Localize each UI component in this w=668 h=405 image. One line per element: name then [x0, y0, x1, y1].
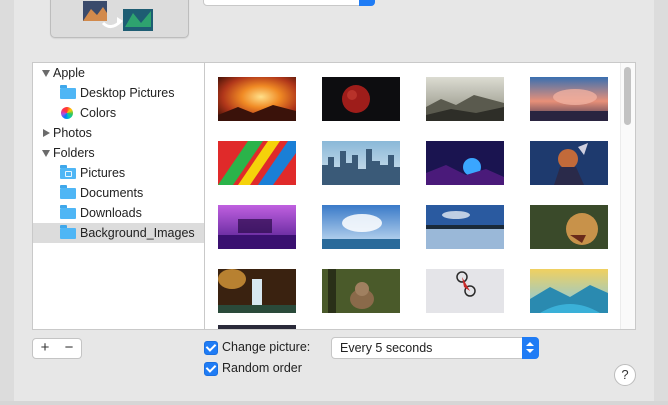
- wallpaper-thumbnail-red-moon[interactable]: [322, 77, 400, 121]
- sidebar-item-label: Downloads: [80, 206, 142, 220]
- wallpaper-thumbnail-orange-nebula[interactable]: [218, 77, 296, 121]
- wallpaper-thumbnail-purple-lake[interactable]: [218, 205, 296, 249]
- disclosure-closed-icon[interactable]: [43, 129, 50, 137]
- sidebar-item-colors[interactable]: Colors: [33, 103, 205, 123]
- random-order-label: Random order: [222, 361, 302, 375]
- camera-folder-icon: [60, 165, 76, 179]
- sidebar-item-downloads[interactable]: Downloads: [33, 203, 205, 223]
- wallpaper-thumbnail-fantasy-valley[interactable]: [530, 269, 608, 313]
- sidebar-item-label: Colors: [80, 106, 117, 120]
- disclosure-open-icon[interactable]: [42, 150, 50, 157]
- wallpaper-thumbnail-fantasy-warrior[interactable]: [530, 141, 608, 185]
- sidebar-group-label: Folders: [53, 146, 95, 160]
- wallpaper-thumbnail-cat-forest[interactable]: [322, 269, 400, 313]
- sidebar-group-folders[interactable]: Folders: [33, 143, 205, 163]
- grid-scrollbar[interactable]: [620, 63, 635, 329]
- window-edge-bottom: [0, 401, 668, 405]
- folder-icon: [60, 225, 76, 239]
- sidebar-item-pictures[interactable]: Pictures: [33, 163, 205, 183]
- folder-icon: [60, 85, 76, 99]
- wallpaper-thumbnail-colorful-feathers[interactable]: [218, 141, 296, 185]
- top-popup-button[interactable]: [359, 0, 375, 6]
- change-picture-label: Change picture:: [222, 340, 311, 354]
- grid-scrollbar-thumb[interactable]: [624, 67, 631, 125]
- random-order-checkbox[interactable]: [204, 362, 218, 376]
- sidebar-item-documents[interactable]: Documents: [33, 183, 205, 203]
- wallpaper-thumbnail-misty-mountains[interactable]: [426, 77, 504, 121]
- window-edge-right: [654, 0, 668, 405]
- change-interval-value: Every 5 seconds: [340, 341, 433, 355]
- folder-icon: [60, 185, 76, 199]
- sidebar-item-background-images[interactable]: Background_Images: [33, 223, 205, 243]
- wallpaper-thumbnail-sunset-clouds[interactable]: [530, 77, 608, 121]
- change-interval-select[interactable]: Every 5 seconds: [331, 337, 539, 359]
- sidebar-item-label: Documents: [80, 186, 144, 200]
- desktop-preview: [50, 0, 189, 38]
- wallpaper-thumbnail-lake-reflection[interactable]: [426, 205, 504, 249]
- desktop-preview-icon: [83, 1, 153, 31]
- sidebar-group-photos[interactable]: Photos: [33, 123, 205, 143]
- help-button[interactable]: ?: [614, 364, 636, 386]
- sidebar-item-label: Desktop Pictures: [80, 86, 175, 100]
- sidebar-item-desktop-pictures[interactable]: Desktop Pictures: [33, 83, 205, 103]
- folder-icon: [60, 205, 76, 219]
- wallpaper-thumbnail-city-skyline[interactable]: [322, 141, 400, 185]
- wallpaper-thumbnail-roaring-lion[interactable]: [530, 205, 608, 249]
- sidebar-group-apple[interactable]: Apple: [33, 63, 205, 83]
- change-picture-checkbox[interactable]: [204, 341, 218, 355]
- wallpaper-thumbnail-bike-rider[interactable]: [426, 269, 504, 313]
- sidebar-group-label: Photos: [53, 126, 92, 140]
- add-folder-button[interactable]: +: [32, 338, 58, 359]
- window-edge-left: [0, 0, 14, 405]
- wallpaper-thumbnail-neon-sunset[interactable]: [426, 141, 504, 185]
- source-list[interactable]: Apple Desktop Pictures Colors Photos Fol…: [32, 62, 205, 330]
- sidebar-item-label: Background_Images: [80, 226, 195, 240]
- remove-folder-button[interactable]: −: [57, 338, 82, 359]
- sidebar-item-label: Pictures: [80, 166, 126, 180]
- color-wheel-icon: [61, 107, 73, 119]
- disclosure-open-icon[interactable]: [42, 70, 50, 77]
- wallpaper-grid[interactable]: [204, 62, 636, 330]
- wallpaper-thumbnail-waterfall-forest[interactable]: [218, 269, 296, 313]
- wallpaper-thumbnail-sky-sea[interactable]: [322, 205, 400, 249]
- wallpaper-thumbnail-partial[interactable]: [218, 325, 296, 330]
- top-popup[interactable]: [203, 0, 375, 6]
- sidebar-group-label: Apple: [53, 66, 85, 80]
- select-arrows-icon[interactable]: [522, 337, 539, 359]
